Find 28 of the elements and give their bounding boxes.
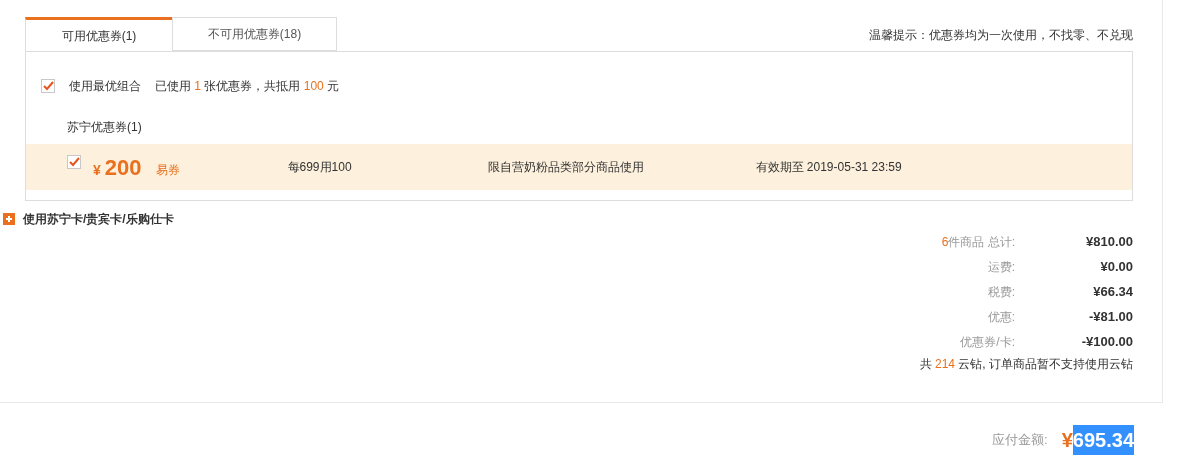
notice-text: 温馨提示：优惠券均为一次使用，不找零、不兑现 xyxy=(869,27,1133,44)
cards-toggle[interactable]: 使用苏宁卡/贵宾卡/乐购仕卡 xyxy=(23,210,174,228)
best-combo-label: 使用最优组合 xyxy=(69,78,141,95)
coupon-row[interactable]: ¥ 200 易券 每699用100 限自营奶粉品类部分商品使用 有效期至 2019-05-31 23:59 xyxy=(26,144,1132,190)
summary-value: -¥81.00 xyxy=(1087,307,1133,326)
summary-label: 税费: xyxy=(987,283,1015,301)
tab[interactable]: 可用优惠券(1) xyxy=(25,17,172,51)
cloud-diamond-note: 共 214 云钻, 订单商品暂不支持使用云钻 xyxy=(919,356,1133,373)
summary-value: ¥0.00 xyxy=(1099,257,1133,276)
plus-icon[interactable] xyxy=(3,213,15,225)
coupon-validity: 有效期至 2019-05-31 23:59 xyxy=(755,159,902,176)
summary-value: -¥100.00 xyxy=(1080,332,1133,351)
summary-label: 运费: xyxy=(987,258,1015,276)
summary-value: ¥66.34 xyxy=(1092,282,1133,301)
summary-label: 优惠券/卡: xyxy=(960,333,1015,351)
summary-value: ¥810.00 xyxy=(1085,232,1133,251)
usage-summary: 已使用 1 张优惠券，共抵用 100 元 xyxy=(155,78,340,95)
summary-label: 优惠: xyxy=(987,308,1015,326)
coupon-scope: 限自营奶粉品类部分商品使用 xyxy=(487,159,645,176)
coupon-rule: 每699用100 xyxy=(287,159,353,176)
total-label: 应付金额: xyxy=(992,431,1048,450)
tab[interactable]: 不可用优惠券(18) xyxy=(172,17,337,51)
coupon-type: 易券 xyxy=(155,162,180,179)
summary-label: 6件商品 总计: xyxy=(941,233,1015,251)
coupon-amount: ¥ 200 xyxy=(93,153,142,182)
group-title: 苏宁优惠券(1) xyxy=(67,119,142,136)
checkbox[interactable] xyxy=(41,79,55,93)
checkbox[interactable] xyxy=(67,155,81,169)
